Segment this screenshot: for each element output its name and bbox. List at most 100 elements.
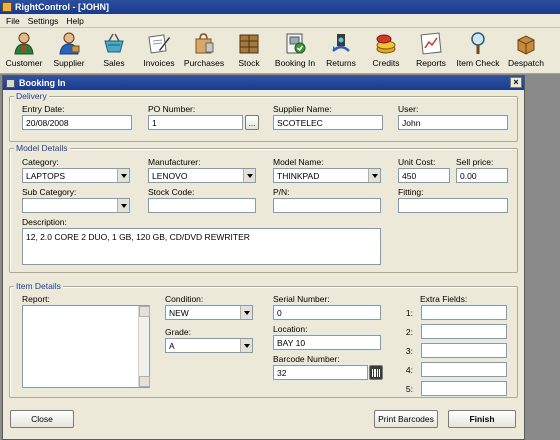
dialog-close-button[interactable]: × [510,77,522,88]
menu-help[interactable]: Help [62,16,87,26]
grade-select[interactable]: A [165,338,253,353]
toolbar-returns-label: Returns [326,58,356,68]
toolbar: Customer Supplier Sales Invoices Purchas… [0,28,560,74]
location-field[interactable]: BAY 10 [273,335,381,350]
pn-field[interactable] [273,198,381,213]
toolbar-booking-in-label: Booking In [274,58,316,68]
chevron-down-icon[interactable] [117,199,129,212]
toolbar-stock-button[interactable]: Stock [228,28,270,72]
toolbar-invoices-button[interactable]: Invoices [138,28,180,72]
model-details-group-title: Model Details [14,143,70,153]
extra-field-4[interactable] [421,362,507,377]
toolbar-booking-in-button[interactable]: Booking In [273,28,317,72]
fitting-field[interactable] [398,198,508,213]
toolbar-customer-label: Customer [5,58,43,68]
invoices-pen-icon [146,31,172,55]
fitting-label: Fitting: [398,187,424,197]
report-textarea[interactable] [22,305,150,388]
chevron-down-icon[interactable] [240,339,252,352]
chevron-down-icon[interactable] [243,169,255,182]
credits-coins-icon [373,31,399,55]
report-label: Report: [22,294,50,304]
extra-field-3[interactable] [421,343,507,358]
toolbar-item-check-button[interactable]: Item Check [455,28,501,72]
condition-select[interactable]: NEW [165,305,253,320]
scroll-up-arrow-icon[interactable] [139,306,150,317]
chevron-down-icon[interactable] [117,169,129,182]
menu-file[interactable]: File [2,16,24,26]
barcode-number-field[interactable]: 32 [273,365,368,380]
barcode-scan-button[interactable] [369,365,383,380]
menu-bar: File Settings Help [0,14,560,28]
unit-cost-field[interactable]: 450 [398,168,450,183]
dialog-window-icon [6,78,15,88]
extra-field-5[interactable] [421,381,507,396]
report-scrollbar[interactable] [138,306,150,387]
serial-number-field[interactable]: 0 [273,305,381,320]
extra-field-1-index: 1: [405,308,413,318]
pn-label: P/N: [273,187,290,197]
toolbar-sales-button[interactable]: Sales [93,28,135,72]
app-title: RightControl - [JOHN] [15,2,109,12]
sub-category-label: Sub Category: [22,187,77,197]
toolbar-credits-button[interactable]: Credits [365,28,407,72]
manufacturer-select[interactable]: LENOVO [148,168,256,183]
po-number-field[interactable]: 1 [148,115,243,130]
serial-number-label: Serial Number: [273,294,330,304]
reports-chart-icon [418,31,444,55]
chevron-down-icon[interactable] [368,169,380,182]
menu-settings[interactable]: Settings [24,16,63,26]
toolbar-credits-label: Credits [372,58,400,68]
category-select[interactable]: LAPTOPS [22,168,130,183]
toolbar-purchases-button[interactable]: Purchases [183,28,225,72]
category-label: Category: [22,157,59,167]
toolbar-sales-label: Sales [103,58,125,68]
item-details-group-title: Item Details [14,281,63,291]
condition-label: Condition: [165,294,204,304]
po-browse-button[interactable]: ... [245,115,259,130]
grade-value: A [169,341,175,351]
model-name-select[interactable]: THINKPAD [273,168,381,183]
finish-button[interactable]: Finish [448,410,516,428]
scroll-down-arrow-icon[interactable] [139,376,150,387]
dialog-title-bar[interactable]: Booking In × [3,76,524,90]
entry-date-field[interactable]: 20/08/2008 [22,115,132,130]
toolbar-returns-button[interactable]: Returns [320,28,362,72]
chevron-down-icon[interactable] [240,306,252,319]
toolbar-reports-button[interactable]: Reports [410,28,452,72]
model-name-label: Model Name: [273,157,324,167]
delivery-group: Delivery Entry Date: 20/08/2008 PO Numbe… [9,91,518,142]
app-title-bar: RightControl - [JOHN] [0,0,560,14]
supplier-icon [56,31,82,55]
sell-price-field[interactable]: 0.00 [456,168,508,183]
extra-field-1[interactable] [421,305,507,320]
stock-code-field[interactable] [148,198,256,213]
toolbar-purchases-label: Purchases [183,58,225,68]
toolbar-invoices-label: Invoices [143,58,175,68]
condition-value: NEW [169,308,189,318]
location-label: Location: [273,324,308,334]
toolbar-supplier-button[interactable]: Supplier [48,28,90,72]
category-value: LAPTOPS [26,171,66,181]
extra-fields-label: Extra Fields: [420,294,468,304]
sell-price-label: Sell price: [456,157,494,167]
toolbar-despatch-label: Despatch [508,58,544,68]
dialog-title: Booking In [19,78,66,88]
extra-field-2[interactable] [421,324,507,339]
sub-category-select[interactable] [22,198,130,213]
po-number-label: PO Number: [148,104,196,114]
close-button[interactable]: Close [10,410,74,428]
extra-field-3-index: 3: [405,346,413,356]
description-textarea[interactable]: 12, 2.0 CORE 2 DUO, 1 GB, 120 GB, CD/DVD… [22,228,381,265]
toolbar-customer-button[interactable]: Customer [3,28,45,72]
supplier-name-field[interactable]: SCOTELEC [273,115,383,130]
extra-field-5-index: 5: [405,384,413,394]
grade-label: Grade: [165,327,191,337]
extra-field-4-index: 4: [405,365,413,375]
extra-field-2-index: 2: [405,327,413,337]
app-logo-icon [2,2,12,12]
print-barcodes-button[interactable]: Print Barcodes [374,410,438,428]
toolbar-despatch-button[interactable]: Despatch [504,28,548,72]
model-name-value: THINKPAD [277,171,320,181]
user-field[interactable]: John [398,115,508,130]
